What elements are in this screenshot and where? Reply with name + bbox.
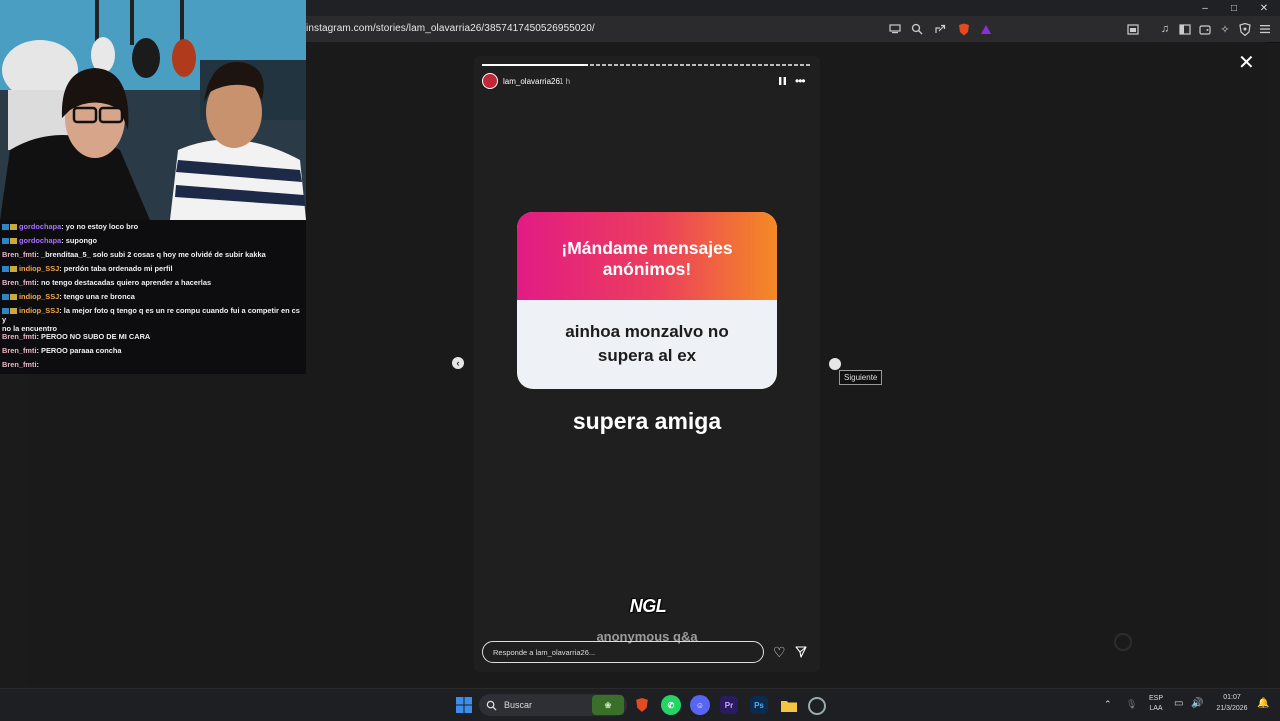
- premiere-icon[interactable]: Pr: [720, 696, 738, 714]
- chat-badge-icon: [2, 308, 9, 315]
- chat-username[interactable]: indiop_SSJ: [19, 292, 59, 301]
- chat-message: Bren_fmti: PEROO paraaa concha: [2, 346, 304, 355]
- brave-icon[interactable]: [632, 695, 652, 715]
- chat-username[interactable]: gordochapa: [19, 236, 61, 245]
- windows-start-icon[interactable]: [454, 695, 474, 715]
- avatar[interactable]: [482, 73, 498, 89]
- next-story-button[interactable]: [829, 358, 841, 370]
- close-story-icon[interactable]: ✕: [1238, 50, 1255, 75]
- chat-message: indiop_SSJ: perdón taba ordenado mi perf…: [2, 264, 304, 273]
- brave-shield-icon[interactable]: [955, 20, 973, 38]
- zoom-icon[interactable]: [908, 20, 926, 38]
- restore-button[interactable]: □: [1219, 0, 1249, 16]
- discord-icon[interactable]: ☺: [690, 695, 710, 715]
- chat-text: : PEROO paraaa concha: [36, 346, 122, 355]
- loading-spinner: [1114, 633, 1132, 651]
- sidebar-tabs-icon[interactable]: [1124, 20, 1142, 38]
- chat-username[interactable]: Bren_fmti: [2, 346, 37, 355]
- chat-text: : perdón taba ordenado mi perfil: [59, 264, 173, 273]
- chat-message: indiop_SSJ: la mejor foto q tengo q es u…: [2, 306, 304, 333]
- clock-date[interactable]: 21/3/2026: [1210, 705, 1254, 712]
- chat-badge-icon: [10, 224, 17, 231]
- chat-badge-icon: [10, 294, 17, 301]
- network-icon[interactable]: ▭: [1174, 698, 1183, 709]
- taskbar: Buscar ❀ ✆ ☺ Pr Ps ⌃ 🎙 ESP LAA ▭ 🔊 01:07…: [0, 688, 1280, 721]
- chat-text: : PEROO NO SUBO DE MI CARA: [36, 332, 151, 341]
- sidebar-icon[interactable]: [1176, 20, 1194, 38]
- chat-text: : supongo: [61, 236, 98, 245]
- ngl-logo: NGL: [629, 596, 667, 616]
- chat-badge-icon: [2, 238, 9, 245]
- minimize-button[interactable]: –: [1190, 0, 1220, 16]
- search-highlight-icon[interactable]: ❀: [592, 695, 624, 715]
- chat-username[interactable]: Bren_fmti: [2, 278, 37, 287]
- stream-chat: gordochapa: yo no estoy loco bro gordocha…: [0, 220, 306, 374]
- story-username[interactable]: lam_olavarria26: [503, 77, 560, 86]
- chat-username[interactable]: Bren_fmti: [2, 332, 37, 341]
- chat-message: Bren_fmti:: [2, 360, 304, 369]
- reply-placeholder: Responde a lam_olavarria26...: [493, 648, 596, 657]
- story-reply-text: supera amiga: [572, 408, 722, 434]
- story-progress-fill: [482, 64, 588, 66]
- whatsapp-icon[interactable]: ✆: [661, 695, 681, 715]
- webcam-scene: [0, 0, 306, 220]
- chat-text: :: [36, 360, 39, 369]
- vpn-icon[interactable]: [1236, 20, 1254, 38]
- chat-badge-icon: [2, 224, 9, 231]
- volume-icon[interactable]: 🔊: [1191, 698, 1203, 709]
- cast-icon[interactable]: [886, 20, 904, 38]
- previous-story-button[interactable]: ‹: [452, 357, 464, 369]
- brave-rewards-icon[interactable]: [977, 20, 995, 38]
- chat-username[interactable]: indiop_SSJ: [19, 264, 59, 273]
- chat-message: Bren_fmti: no tengo destacadas quiero ap…: [2, 278, 304, 287]
- chat-username[interactable]: gordochapa: [19, 222, 61, 231]
- share-icon[interactable]: [931, 20, 949, 38]
- chat-message: Bren_fmti: PEROO NO SUBO DE MI CARA: [2, 332, 304, 341]
- pause-icon[interactable]: [778, 76, 787, 86]
- send-icon[interactable]: [795, 645, 807, 658]
- photoshop-icon[interactable]: Ps: [750, 696, 768, 714]
- keyboard-layout[interactable]: LAA: [1146, 705, 1166, 712]
- chat-message: gordochapa: supongo: [2, 236, 304, 245]
- chat-message: Bren_fmti: _brenditaa_5_ solo subi 2 cos…: [2, 250, 304, 259]
- clock-time[interactable]: 01:07: [1212, 694, 1252, 701]
- chevron-up-icon[interactable]: ⌃: [1104, 699, 1112, 710]
- taskbar-search-label: Buscar: [504, 700, 533, 710]
- story-time: 1 h: [559, 77, 571, 86]
- chat-badge-icon: [2, 294, 9, 301]
- close-window-button[interactable]: ✕: [1249, 0, 1279, 16]
- question-answer: ainhoa monzalvo no supera al ex: [565, 322, 729, 365]
- chat-text: : tengo una re bronca: [59, 292, 135, 301]
- chat-text: : yo no estoy loco bro: [61, 222, 139, 231]
- wallet-icon[interactable]: [1196, 20, 1214, 38]
- search-icon: [483, 695, 499, 715]
- notification-icon[interactable]: 🔔: [1257, 698, 1269, 709]
- menu-icon[interactable]: [1256, 20, 1274, 38]
- leo-ai-icon[interactable]: ✧: [1216, 20, 1234, 38]
- chat-message: gordochapa: yo no estoy loco bro: [2, 222, 304, 231]
- chat-badge-icon: [10, 308, 17, 315]
- chat-badge-icon: [10, 266, 17, 273]
- next-tooltip: Siguiente: [839, 370, 883, 385]
- file-explorer-icon[interactable]: [779, 695, 799, 715]
- steam-icon[interactable]: [808, 697, 826, 715]
- chat-badge-icon: [2, 266, 9, 273]
- question-title: ¡Mándame mensajes anónimos!: [561, 238, 733, 279]
- question-sticker: ¡Mándame mensajes anónimos! ainhoa monza…: [517, 212, 777, 389]
- chat-message: indiop_SSJ: tengo una re bronca: [2, 292, 304, 301]
- microphone-icon[interactable]: 🎙: [1126, 699, 1137, 710]
- keyboard-language[interactable]: ESP: [1146, 695, 1166, 702]
- more-options-icon[interactable]: •••: [795, 74, 806, 88]
- chat-text: : no tengo destacadas quiero aprender a …: [36, 278, 212, 287]
- music-icon[interactable]: ♫: [1156, 20, 1174, 38]
- chat-text: : _brenditaa_5_ solo subi 2 cosas q hoy …: [36, 250, 266, 259]
- chat-username[interactable]: Bren_fmti: [2, 250, 37, 259]
- url-text[interactable]: instagram.com/stories/lam_olavarria26/38…: [306, 23, 595, 34]
- heart-icon[interactable]: ♡: [773, 644, 786, 661]
- webcam-feed: [0, 0, 306, 220]
- chat-badge-icon: [10, 238, 17, 245]
- chat-username[interactable]: Bren_fmti: [2, 360, 37, 369]
- chat-username[interactable]: indiop_SSJ: [19, 306, 59, 315]
